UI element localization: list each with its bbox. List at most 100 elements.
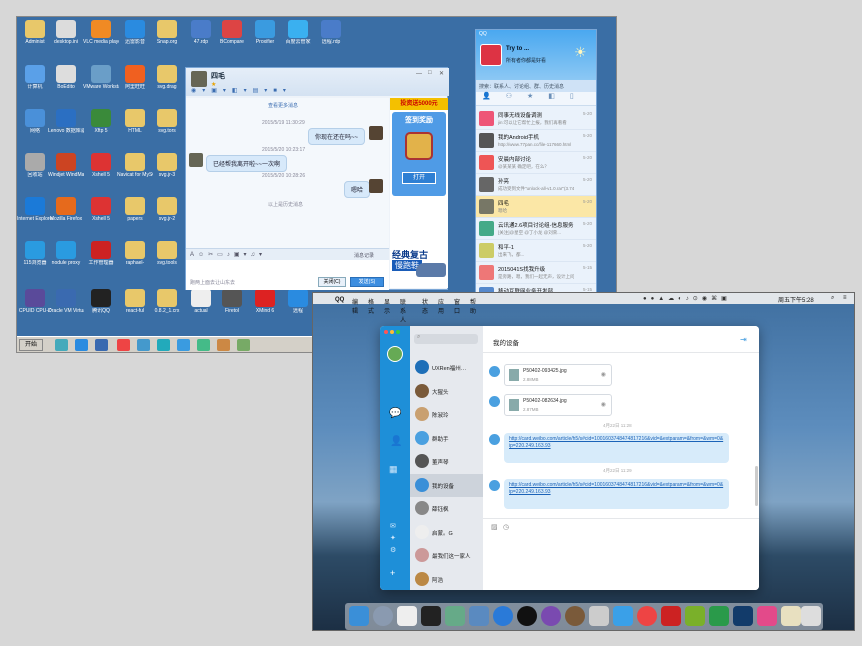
m-app-icon[interactable] [685,606,705,626]
desktop-icon[interactable]: 工作管理器 [83,241,119,279]
desktop-icon[interactable]: Snap.org [149,20,185,58]
recent-contact-item[interactable]: 和平-1 出来飞，都... 5-20 [476,240,596,262]
app-dock-icon[interactable] [613,606,633,626]
desktop-icon[interactable]: nodule proxy [48,241,84,279]
toolbar-icons[interactable]: A☺✂▭♪▣▾♫▾ [190,251,266,258]
image-app-icon[interactable] [469,606,489,626]
menu-item[interactable]: 联系人 [400,297,406,324]
file-message[interactable]: P50402-082634.jpg 2.87MB ◉ [504,394,612,416]
send-button[interactable]: 发送(S) [350,277,384,287]
weather-icon[interactable]: ☀ [574,44,587,61]
mail-icon[interactable]: ✉ [390,522,396,530]
mac-conversation-item[interactable]: 薛钰枫 [410,497,483,520]
clock-icon[interactable]: ◷ [503,523,509,531]
photoshop-icon[interactable] [733,606,753,626]
desktop-icon[interactable]: svg.tors [149,109,185,147]
desktop-icon[interactable]: react-ful [117,289,153,327]
desktop-icon[interactable]: Lenovo 数据库驱动管理 [48,109,84,147]
taskbar-app-icon[interactable] [217,339,230,351]
menu-item[interactable]: QQ [335,297,344,303]
trash-icon[interactable] [801,606,821,626]
desktop-icon[interactable]: BoEdito [48,65,84,103]
mac-search-input[interactable]: ⌕ [414,334,478,344]
desktop-icon[interactable]: 远程 [280,289,316,327]
menu-item[interactable]: 帮助 [470,297,476,315]
add-icon[interactable]: + [390,568,395,578]
desktop-icon[interactable]: raphael- [117,241,153,279]
menu-item[interactable]: 格式 [368,297,374,315]
github-icon[interactable] [541,606,561,626]
status-icons[interactable]: ●●▲☁◐♪⊙◉⌘▣ [643,295,731,302]
desktop-icon[interactable]: VMware Workstation [83,65,119,103]
settings-icon[interactable]: ⚙ [390,546,396,554]
mac-conversation-item[interactable]: 我的设备 [410,473,483,497]
pdf-icon[interactable] [661,606,681,626]
zoom-traffic-light[interactable] [396,330,400,334]
recent-contact-item[interactable]: 同事无线设备调测 jin:可以让它帮忙上报，我们再看看 5-20 [476,108,596,130]
recent-contact-item[interactable]: 孙亮 成功受到文件"unlock-all-v1.0.rar"(3.74 5-20 [476,174,596,196]
star-icon[interactable]: ✦ [390,534,396,542]
desktop-icon[interactable]: Proxifier [247,20,283,58]
recent-contact-item[interactable]: 四毛 嗯哈 5-20 [476,196,596,218]
desktop-icon[interactable]: svg.tools [149,241,185,279]
keynote-icon[interactable] [781,606,801,626]
qq-dock-icon[interactable] [517,606,537,626]
mac-user-avatar[interactable] [387,346,403,362]
desktop-icon[interactable]: 迅雷影音 [117,20,153,58]
mac-conversation-item[interactable]: 启蒙。G [410,521,483,544]
share-icon[interactable]: ⇥ [740,335,747,344]
desktop-icon[interactable]: Xshell 5 [83,197,119,235]
apps-icon[interactable]: ▦ [389,464,398,475]
file-message[interactable]: P50402-093425.jpg 2.88MB ◉ [504,364,612,386]
close-chat-button[interactable]: 关闭(C) [318,277,346,287]
mac-conversation-item[interactable]: 群助手 [410,427,483,450]
desktop-icon[interactable]: 腾讯QQ [83,289,119,327]
user-avatar[interactable] [480,44,502,66]
mac-conversation-item[interactable]: 最我们这一家人 [410,544,483,567]
chat-scrollbar[interactable] [755,466,758,506]
ad-open-button[interactable]: 打开 [402,172,436,184]
search-icon[interactable]: ⌕ [831,295,834,302]
close-traffic-light[interactable] [384,330,388,334]
desktop-icon[interactable]: Oracle VM VirtualBox [48,289,84,327]
file-menu-icon[interactable]: ◉ [601,401,606,408]
recent-contact-item[interactable]: 安晨内部讨论 @某某某 确定吧，在么？ 5-20 [476,152,596,174]
qq-tab-bar[interactable]: 👤⚇★◧▯ [476,92,596,106]
taskbar-app-icon[interactable] [55,339,68,351]
taskbar-app-icon[interactable] [157,339,170,351]
taskbar-app-icon[interactable] [177,339,190,351]
menu-clock[interactable]: 周五下午5:28 [778,295,814,304]
desktop-icon[interactable]: Xshell 5 [83,153,119,191]
menu-item[interactable]: 显示 [384,297,390,315]
mac-conversation-item[interactable]: 阿浩 [410,568,483,591]
desktop-icon[interactable]: HTML [117,109,153,147]
taskbar-chrome-icon[interactable] [117,339,130,351]
taskbar-app-icon[interactable] [95,339,108,351]
desktop-icon[interactable]: desktop.ini [48,20,84,58]
menu-item[interactable]: 窗口 [454,297,460,315]
close-icon[interactable]: ✕ [439,70,444,77]
taskbar-app-icon[interactable] [75,339,88,351]
link-message[interactable]: http://card.weibo.com/article/h5/s#cid=1… [504,479,729,509]
mac-conversation-item[interactable]: UXRen福州… [410,356,483,379]
chat-bubble-icon[interactable]: 💬 [389,408,401,419]
mac-message-input[interactable] [483,534,759,590]
finder-icon[interactable] [349,606,369,626]
desktop-icon[interactable]: Firetol [214,289,250,327]
contacts-icon[interactable]: 👤 [390,436,402,447]
preview-icon[interactable] [445,606,465,626]
recent-contact-item[interactable]: 2015041S找我升级 是旁路，嗯，我们一起无声，设计上问题 5-15 [476,262,596,284]
maximize-icon[interactable]: □ [428,70,432,76]
desktop-icon[interactable]: XMind 6 [247,289,283,327]
desktop-icon[interactable]: 0.8.2_1.crx [149,289,185,327]
desktop-icon[interactable]: svg.jr-2 [149,197,185,235]
recent-contact-item[interactable]: 我的Android手机 http://www.77pan.cc/file-1176… [476,130,596,152]
desktop-icon[interactable]: svg.jr-3 [149,153,185,191]
start-button[interactable]: 开始 [19,339,43,351]
file-menu-icon[interactable]: ◉ [601,371,606,378]
taskbar-app-icon[interactable] [237,339,250,351]
link-message[interactable]: http://card.weibo.com/article/h5/s#cid=1… [504,433,729,463]
app-dock-icon[interactable] [565,606,585,626]
desktop-icon[interactable]: papers [117,197,153,235]
menu-list-icon[interactable]: ≡ [843,295,847,301]
